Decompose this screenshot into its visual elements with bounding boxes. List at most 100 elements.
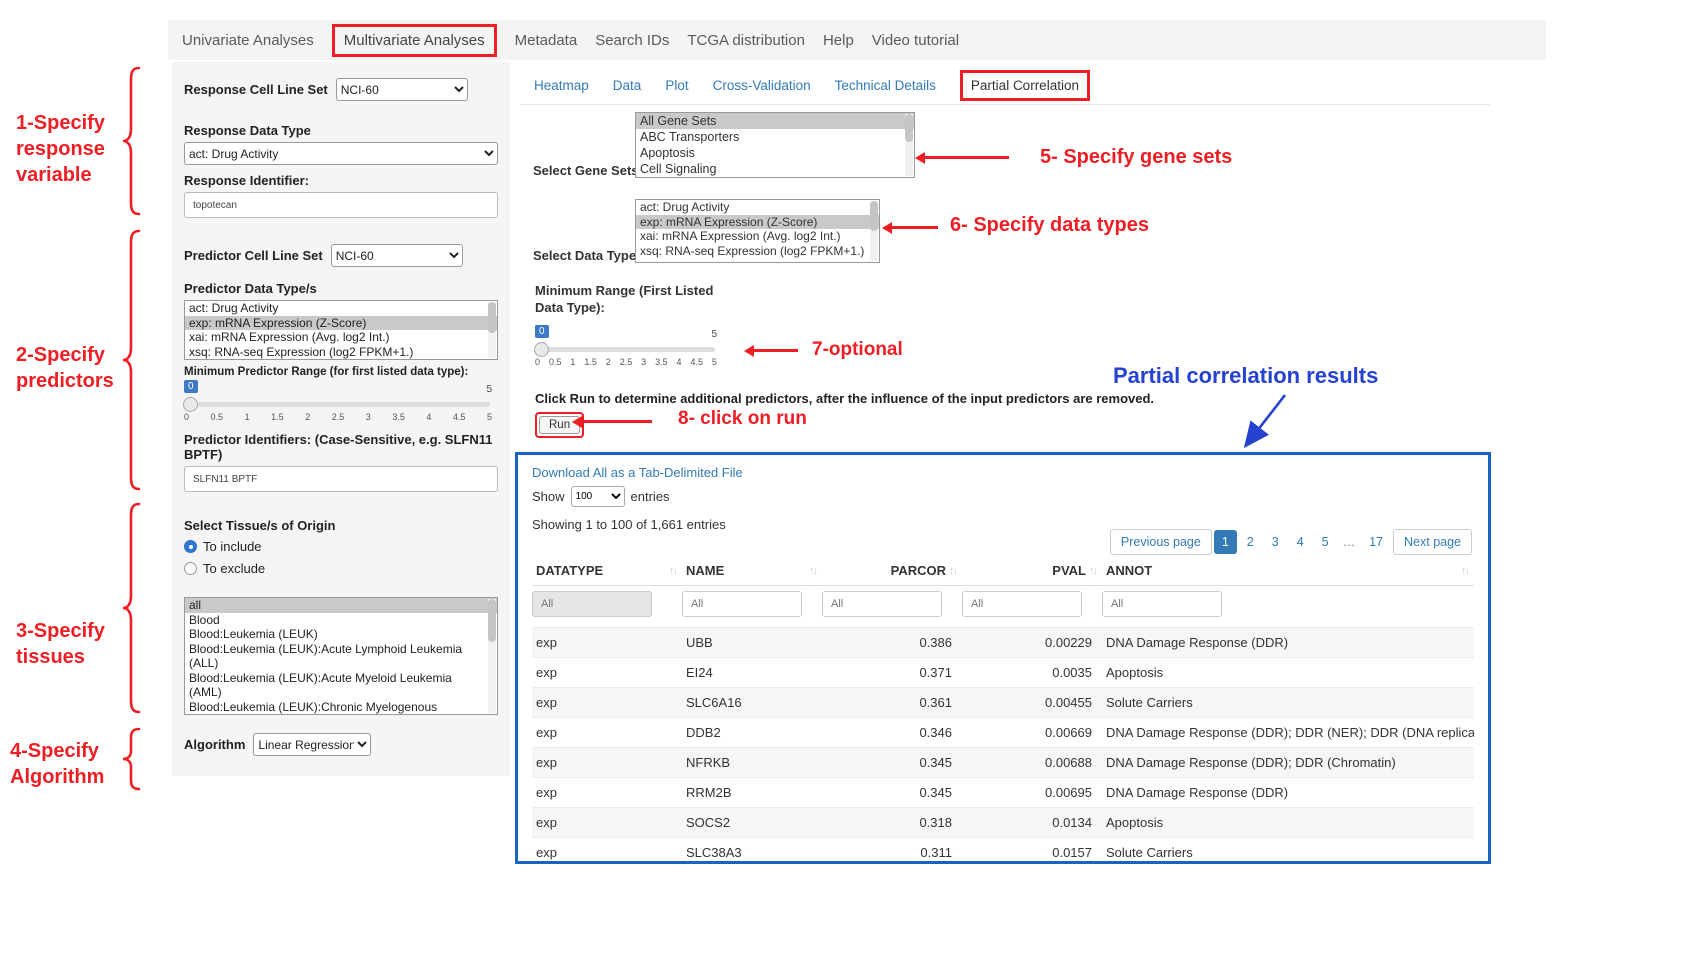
annotation-arrow — [925, 156, 1009, 159]
predictor-range-slider[interactable]: 0 5 00.511.522.533.544.55 — [184, 380, 492, 428]
slider-track[interactable] — [186, 402, 490, 407]
pagination-item[interactable]: 4 — [1289, 530, 1312, 554]
slider-tick: 5 — [487, 412, 492, 422]
scrollbar[interactable] — [488, 599, 496, 713]
nav-item[interactable]: Metadata — [515, 32, 578, 49]
listbox-option[interactable]: all — [185, 598, 497, 613]
predictor-range-label: Minimum Predictor Range (for first liste… — [184, 366, 498, 378]
slider-tick: 1 — [245, 412, 250, 422]
listbox-option[interactable]: act: Drug Activity — [636, 200, 879, 215]
predictor-data-types-listbox[interactable]: act: Drug Activityexp: mRNA Expression (… — [184, 300, 498, 360]
slider-track[interactable] — [537, 347, 715, 352]
brace-icon — [120, 66, 142, 216]
pagination-item[interactable]: 3 — [1264, 530, 1287, 554]
slider-tick: 1 — [570, 357, 575, 367]
column-header-datatype[interactable]: DATATYPE↑↓ — [532, 556, 682, 586]
table-row[interactable]: exp DDB2 0.346 0.00669 DNA Damage Respon… — [532, 718, 1474, 748]
table-row[interactable]: exp SLC6A16 0.361 0.00455 Solute Carrier… — [532, 688, 1474, 718]
nav-item[interactable]: Help — [823, 32, 854, 49]
brace-icon — [120, 502, 142, 714]
listbox-option[interactable]: xsq: RNA-seq Expression (log2 FPKM+1.) — [636, 244, 879, 259]
column-header-annot[interactable]: ANNOT↑↓ — [1102, 556, 1474, 586]
filter-datatype-input[interactable] — [532, 591, 652, 617]
listbox-option[interactable]: Blood:Leukemia (LEUK):Acute Myeloid Leuk… — [185, 671, 497, 700]
filter-parcor-input[interactable] — [822, 591, 942, 617]
nav-item[interactable]: Video tutorial — [872, 32, 959, 49]
pagination-item[interactable]: 1 — [1214, 530, 1237, 554]
listbox-option[interactable]: Blood — [185, 613, 497, 628]
predictor-cell-line-select[interactable]: NCI-60 — [331, 244, 463, 267]
tab[interactable]: Heatmap — [534, 78, 589, 93]
listbox-option[interactable]: act: Drug Activity — [185, 301, 497, 316]
tab[interactable]: Partial Correlation — [960, 70, 1090, 101]
tissue-listbox[interactable]: allBloodBlood:Leukemia (LEUK)Blood:Leuke… — [184, 597, 498, 715]
scrollbar-thumb[interactable] — [905, 114, 913, 142]
nav-item[interactable]: Multivariate Analyses — [332, 24, 497, 57]
scrollbar[interactable] — [488, 302, 496, 358]
nav-item[interactable]: Search IDs — [595, 32, 669, 49]
nav-item[interactable]: TCGA distribution — [687, 32, 805, 49]
slider-value-badge: 0 — [535, 325, 549, 338]
listbox-option[interactable]: exp: mRNA Expression (Z-Score) — [185, 316, 497, 331]
minimum-range-slider[interactable]: 0 5 00.511.522.533.544.55 — [535, 325, 717, 373]
pagination-item[interactable]: 2 — [1239, 530, 1262, 554]
slider-ticks: 00.511.522.533.544.55 — [535, 357, 717, 367]
slider-handle[interactable] — [534, 342, 549, 357]
table-row[interactable]: exp SLC38A3 0.311 0.0157 Solute Carriers — [532, 838, 1474, 868]
pagination-item[interactable]: Previous page — [1110, 529, 1212, 555]
listbox-option[interactable]: xsq: RNA-seq Expression (log2 FPKM+1.) — [185, 345, 497, 360]
scrollbar-thumb[interactable] — [870, 201, 878, 231]
listbox-option[interactable]: xai: mRNA Expression (Avg. log2 Int.) — [185, 330, 497, 345]
column-header-pval[interactable]: PVAL↑↓ — [962, 556, 1102, 586]
filter-name-input[interactable] — [682, 591, 802, 617]
radio-to-exclude[interactable]: To exclude — [184, 561, 498, 576]
tab[interactable]: Plot — [665, 78, 688, 93]
filter-pval-input[interactable] — [962, 591, 1082, 617]
response-cell-line-select[interactable]: NCI-60 — [336, 78, 468, 101]
listbox-option[interactable]: xai: mRNA Expression (Avg. log2 Int.) — [636, 229, 879, 244]
data-types-listbox[interactable]: act: Drug Activityexp: mRNA Expression (… — [635, 199, 880, 263]
gene-sets-listbox[interactable]: All Gene SetsABC TransportersApoptosisCe… — [635, 112, 915, 178]
column-header-parcor[interactable]: PARCOR↑↓ — [822, 556, 962, 586]
response-identifier-input[interactable] — [184, 192, 498, 218]
scrollbar-thumb[interactable] — [488, 302, 496, 333]
tab[interactable]: Cross-Validation — [713, 78, 811, 93]
column-header-name[interactable]: NAME↑↓ — [682, 556, 822, 586]
scrollbar[interactable] — [905, 114, 913, 176]
listbox-option[interactable]: Blood:Leukemia (LEUK) — [185, 627, 497, 642]
pagination-item[interactable]: 17 — [1361, 530, 1391, 554]
algorithm-select[interactable]: Linear Regression — [253, 733, 371, 756]
slider-tick: 2 — [606, 357, 611, 367]
listbox-option[interactable]: Cell Signaling — [636, 161, 914, 177]
filter-annot-input[interactable] — [1102, 591, 1222, 617]
slider-tick: 4 — [677, 357, 682, 367]
listbox-option[interactable]: ABC Transporters — [636, 129, 914, 145]
scrollbar-thumb[interactable] — [488, 599, 496, 642]
pagination-item[interactable]: 5 — [1314, 530, 1337, 554]
table-row[interactable]: exp RRM2B 0.345 0.00695 DNA Damage Respo… — [532, 778, 1474, 808]
table-row[interactable]: exp SOCS2 0.318 0.0134 Apoptosis — [532, 808, 1474, 838]
annotation-step8: 8- click on run — [678, 407, 807, 432]
download-link[interactable]: Download All as a Tab-Delimited File — [532, 465, 743, 480]
table-row[interactable]: exp EI24 0.371 0.0035 Apoptosis — [532, 658, 1474, 688]
slider-handle[interactable] — [183, 397, 198, 412]
listbox-option[interactable]: Blood:Leukemia (LEUK):Acute Lymphoid Leu… — [185, 642, 497, 671]
nav-item[interactable]: Univariate Analyses — [182, 32, 314, 49]
pagination-item[interactable]: Next page — [1393, 529, 1472, 555]
response-data-type-select[interactable]: act: Drug Activity — [184, 142, 498, 165]
radio-to-include[interactable]: To include — [184, 539, 498, 554]
page-length-select[interactable]: 100 — [571, 486, 625, 507]
listbox-option[interactable]: All Gene Sets — [636, 113, 914, 129]
tab[interactable]: Data — [613, 78, 642, 93]
table-row[interactable]: exp UBB 0.386 0.00229 DNA Damage Respons… — [532, 628, 1474, 658]
pagination-item[interactable]: … — [1339, 530, 1360, 554]
tab[interactable]: Technical Details — [835, 78, 936, 93]
listbox-option[interactable]: exp: mRNA Expression (Z-Score) — [636, 215, 879, 230]
predictor-identifiers-input[interactable] — [184, 466, 498, 492]
listbox-option[interactable]: Blood:Leukemia (LEUK):Chronic Myelogenou… — [185, 700, 497, 716]
table-row[interactable]: exp NFRKB 0.345 0.00688 DNA Damage Respo… — [532, 748, 1474, 778]
page-length-row: Show 100 entries — [532, 486, 1474, 507]
pagination: Previous page12345…17Next page — [1110, 529, 1472, 555]
listbox-option[interactable]: Apoptosis — [636, 145, 914, 161]
scrollbar[interactable] — [870, 201, 878, 261]
